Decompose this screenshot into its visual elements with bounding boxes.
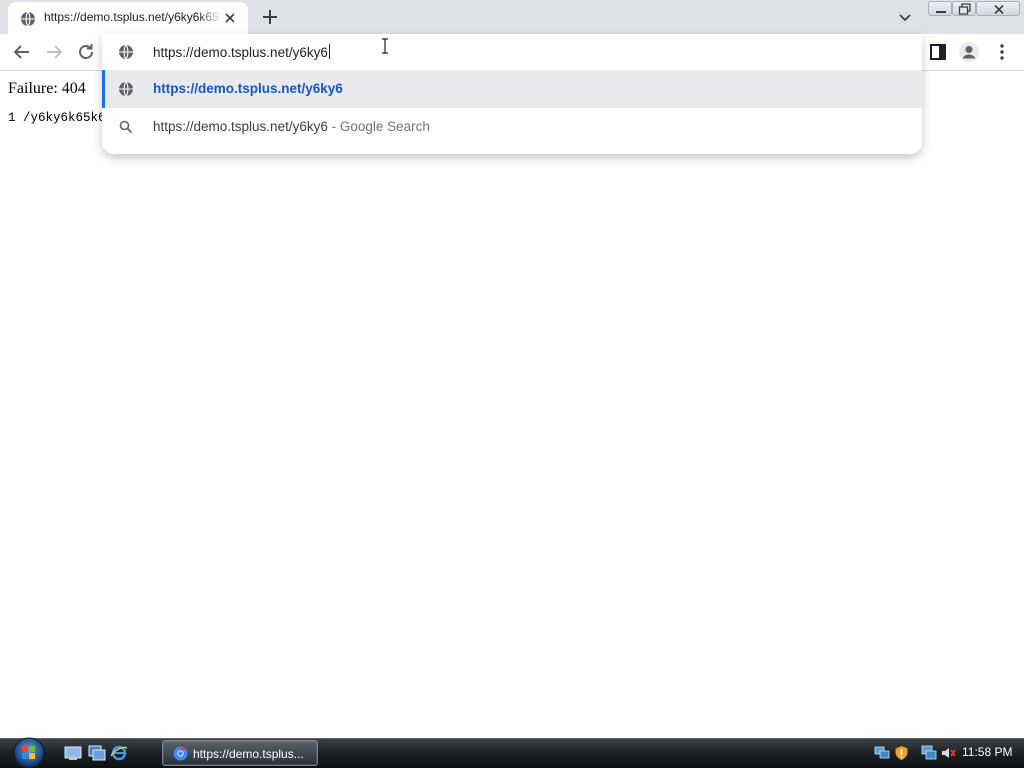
chevron-down-icon[interactable] [894, 6, 916, 28]
suggestion-row-search[interactable]: https://demo.tsplus.net/y6ky6 - Google S… [102, 108, 922, 146]
globe-icon [21, 11, 35, 27]
start-button-icon[interactable] [8, 734, 50, 768]
profile-avatar-icon[interactable] [958, 41, 980, 63]
internet-explorer-icon[interactable] [110, 745, 128, 761]
restore-icon [958, 3, 971, 15]
browser-tab[interactable]: https://demo.tsplus.net/y6ky6k65k65k6k [8, 2, 248, 34]
selection-indicator [102, 70, 105, 108]
minimize-icon [936, 11, 946, 13]
taskbar-button-label: https://demo.tsplus... [193, 747, 304, 761]
side-panel-icon[interactable] [928, 42, 948, 62]
close-icon [994, 4, 1004, 15]
system-clock[interactable]: 11:58 PM [962, 745, 1012, 759]
taskbar [0, 738, 1024, 768]
network-status-icon[interactable] [874, 745, 891, 761]
suggestion-search-query: https://demo.tsplus.net/y6ky6 [153, 119, 328, 134]
more-menu-icon[interactable] [992, 42, 1012, 62]
tab-title-fade [198, 8, 222, 28]
suggestion-row-url[interactable]: https://demo.tsplus.net/y6ky6 [102, 70, 922, 108]
page-heading: Failure: 404 [8, 80, 86, 97]
switch-windows-icon[interactable] [88, 745, 106, 761]
address-input-value: https://demo.tsplus.net/y6ky6 [153, 45, 328, 60]
tab-strip: https://demo.tsplus.net/y6ky6k65k65k6k [0, 0, 1024, 34]
search-icon [119, 120, 133, 134]
text-caret [328, 44, 330, 59]
suggestion-search-text: https://demo.tsplus.net/y6ky6 - Google S… [153, 119, 430, 134]
tab-title: https://demo.tsplus.net/y6ky6k65k65k6k [44, 10, 220, 24]
page-text-line: 1 /y6ky6k65k6 [8, 111, 106, 125]
network-connection-icon[interactable] [921, 745, 938, 761]
taskbar-chrome-button[interactable]: https://demo.tsplus... [162, 740, 318, 766]
back-icon[interactable] [10, 40, 34, 64]
chrome-icon [173, 746, 188, 761]
security-shield-icon[interactable] [893, 745, 910, 761]
suggestion-url-text: https://demo.tsplus.net/y6ky6 [153, 81, 343, 96]
globe-icon [119, 44, 133, 60]
close-window-button[interactable] [976, 1, 1020, 16]
new-tab-icon[interactable] [258, 5, 282, 29]
omnibox-dropdown: https://demo.tsplus.net/y6ky6 https://de… [102, 34, 922, 154]
show-desktop-icon[interactable] [64, 745, 82, 761]
suggestion-search-suffix: - Google Search [327, 119, 430, 134]
text-cursor-icon [382, 38, 388, 54]
minimize-button[interactable] [928, 1, 952, 16]
forward-icon[interactable] [42, 40, 66, 64]
volume-muted-icon[interactable] [940, 745, 957, 761]
restore-button[interactable] [952, 1, 976, 16]
globe-icon [119, 81, 133, 97]
address-input[interactable]: https://demo.tsplus.net/y6ky6 [153, 44, 330, 60]
close-tab-icon[interactable] [222, 10, 238, 26]
reload-icon[interactable] [74, 40, 98, 64]
address-bar[interactable]: https://demo.tsplus.net/y6ky6 [102, 34, 922, 70]
